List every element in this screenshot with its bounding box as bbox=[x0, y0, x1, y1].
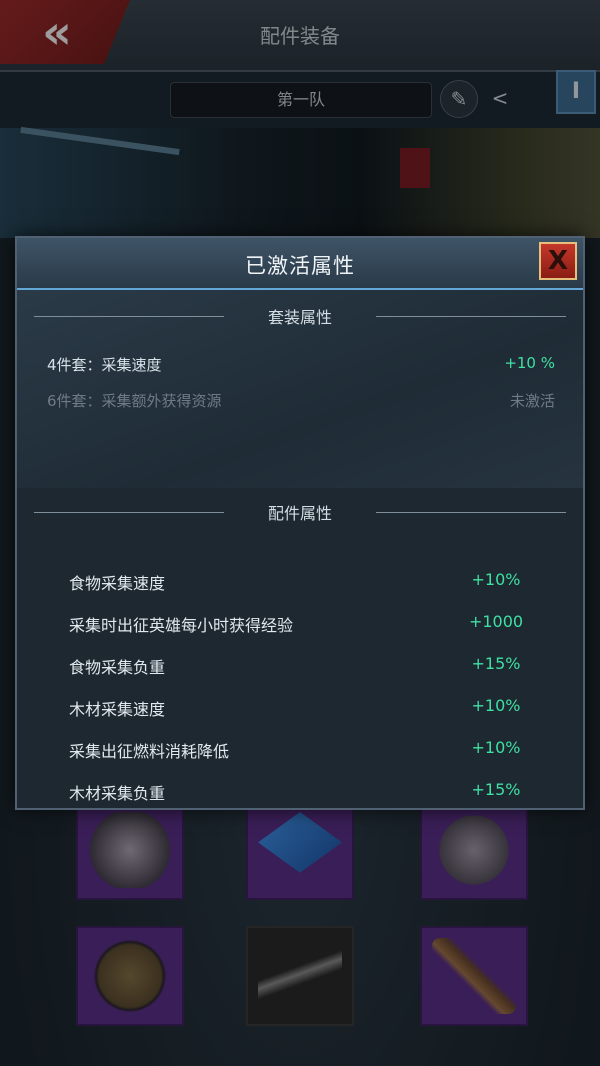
divider-right bbox=[376, 315, 566, 317]
dialog-header: 已激活属性 X bbox=[17, 238, 583, 290]
attribute-value: +10% bbox=[471, 738, 521, 757]
attribute-name: 木材采集速度 bbox=[69, 700, 166, 719]
part-attribute-row: 木材采集负重 +15% bbox=[69, 780, 531, 806]
part-attribute-row: 木材采集速度 +10% bbox=[69, 696, 531, 722]
part-attribute-row: 食物采集速度 +10% bbox=[69, 570, 531, 596]
activated-attributes-dialog: 已激活属性 X 套装属性 4件套：采集速度 +10 % 6件套：采集额外获得资源… bbox=[15, 236, 585, 810]
set-bonus-name: 6件套：采集额外获得资源 bbox=[47, 392, 222, 410]
set-bonus-row: 4件套：采集速度 +10 % bbox=[47, 354, 555, 378]
set-bonus-name: 4件套：采集速度 bbox=[47, 356, 162, 374]
set-bonus-value: 未激活 bbox=[509, 392, 555, 410]
set-attributes-section: 套装属性 4件套：采集速度 +10 % 6件套：采集额外获得资源 未激活 bbox=[17, 290, 583, 488]
attribute-name: 采集出征燃料消耗降低 bbox=[69, 742, 230, 761]
attribute-name: 食物采集速度 bbox=[69, 574, 166, 593]
attribute-value: +10% bbox=[471, 696, 521, 715]
set-heading-label: 套装属性 bbox=[267, 308, 332, 327]
divider-right bbox=[376, 511, 566, 513]
attribute-name: 采集时出征英雄每小时获得经验 bbox=[69, 616, 294, 635]
dialog-title: 已激活属性 bbox=[245, 254, 355, 278]
part-attribute-row: 食物采集负重 +15% bbox=[69, 654, 531, 680]
set-bonus-row: 6件套：采集额外获得资源 未激活 bbox=[47, 390, 555, 414]
close-icon: X bbox=[547, 246, 569, 276]
attribute-value: +10% bbox=[471, 570, 521, 589]
set-heading: 套装属性 bbox=[17, 304, 583, 328]
attribute-value: +1000 bbox=[468, 612, 524, 631]
attribute-value: +15% bbox=[471, 654, 521, 673]
part-attribute-row: 采集出征燃料消耗降低 +10% bbox=[69, 738, 531, 764]
close-button[interactable]: X bbox=[539, 242, 577, 280]
attribute-name: 食物采集负重 bbox=[69, 658, 166, 677]
divider-left bbox=[33, 315, 224, 317]
parts-heading-label: 配件属性 bbox=[267, 504, 332, 523]
attribute-name: 木材采集负重 bbox=[69, 784, 166, 803]
attribute-value: +15% bbox=[471, 780, 521, 799]
part-attributes-section: 配件属性 食物采集速度 +10% 采集时出征英雄每小时获得经验 +1000 食物… bbox=[17, 488, 583, 808]
set-bonus-value: +10 % bbox=[504, 354, 555, 372]
parts-heading: 配件属性 bbox=[17, 500, 583, 524]
part-attribute-row: 采集时出征英雄每小时获得经验 +1000 bbox=[69, 612, 531, 638]
divider-left bbox=[33, 511, 224, 513]
